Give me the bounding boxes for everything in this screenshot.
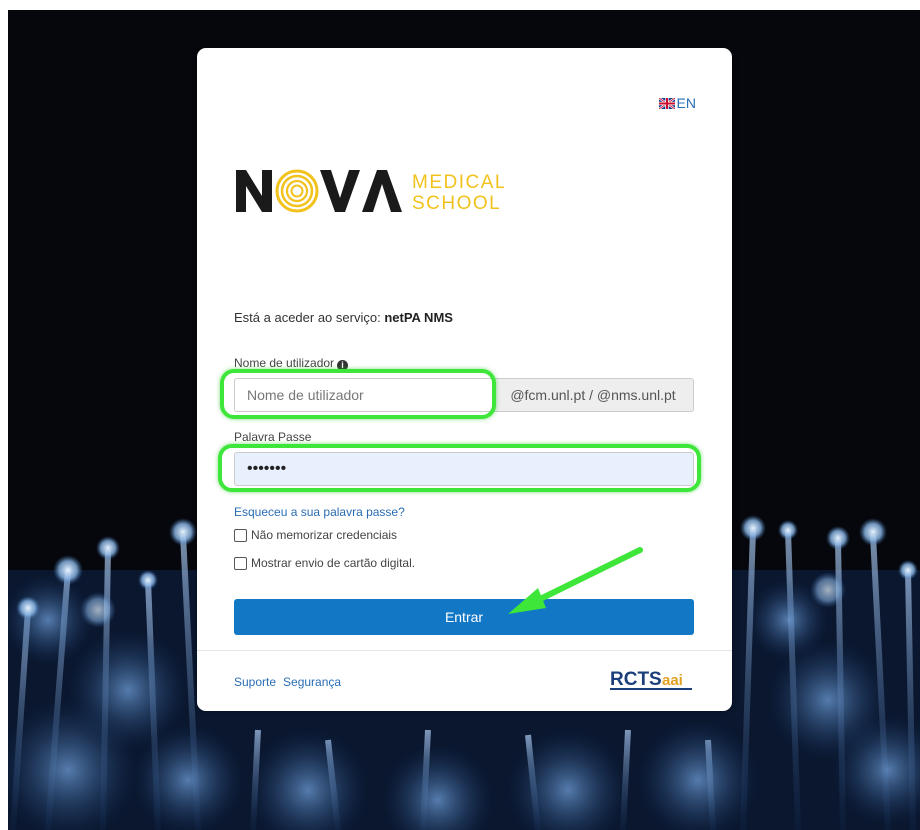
no-remember-checkbox[interactable] — [234, 528, 247, 542]
service-prefix: Está a aceder ao serviço: — [234, 310, 381, 325]
username-group: @fcm.unl.pt / @nms.unl.pt — [234, 378, 694, 412]
support-link[interactable]: Suporte — [234, 675, 276, 689]
digital-card-checkbox[interactable] — [234, 556, 247, 570]
forgot-password-link[interactable]: Esqueceu a sua palavra passe? — [234, 505, 405, 519]
enter-button[interactable]: Entrar — [234, 599, 694, 635]
service-name: netPA NMS — [384, 310, 453, 325]
language-label: EN — [676, 95, 696, 111]
info-icon[interactable]: i — [337, 360, 349, 371]
security-link[interactable]: Segurança — [283, 675, 341, 689]
username-input[interactable] — [234, 378, 492, 412]
background-frame: EN MEDICAL SCHOOL Está a aceder ao servi… — [8, 10, 920, 830]
footer-divider — [197, 650, 732, 651]
digital-card-checkbox-row[interactable]: Mostrar envio de cartão digital. — [234, 556, 415, 570]
rcts-logo-text: RCTS — [610, 669, 662, 690]
digital-card-label: Mostrar envio de cartão digital. — [251, 556, 416, 570]
language-switch[interactable]: EN — [658, 95, 696, 111]
login-card: EN MEDICAL SCHOOL Está a aceder ao servi… — [197, 48, 732, 711]
service-info: Está a aceder ao serviço: netPA NMS — [234, 310, 453, 325]
password-label: Palavra Passe — [234, 430, 312, 444]
domain-suffix: @fcm.unl.pt / @nms.unl.pt — [492, 378, 694, 412]
no-remember-label: Não memorizar credenciais — [251, 528, 398, 542]
username-label: Nome de utilizador — [234, 356, 335, 370]
rcts-aai-logo: RCTS aai — [610, 669, 692, 690]
footer-links: Suporte Segurança — [234, 675, 341, 689]
aai-logo-text: aai — [662, 672, 683, 689]
logo-school-text: SCHOOL — [412, 193, 501, 214]
username-label-row: Nome de utilizador i — [234, 356, 349, 371]
uk-flag-icon — [658, 97, 675, 109]
remember-checkbox-row[interactable]: Não memorizar credenciais — [234, 528, 397, 542]
nova-medical-school-logo: MEDICAL SCHOOL — [236, 169, 504, 214]
logo-medical-text: MEDICAL — [412, 172, 504, 193]
password-input[interactable] — [234, 452, 694, 486]
